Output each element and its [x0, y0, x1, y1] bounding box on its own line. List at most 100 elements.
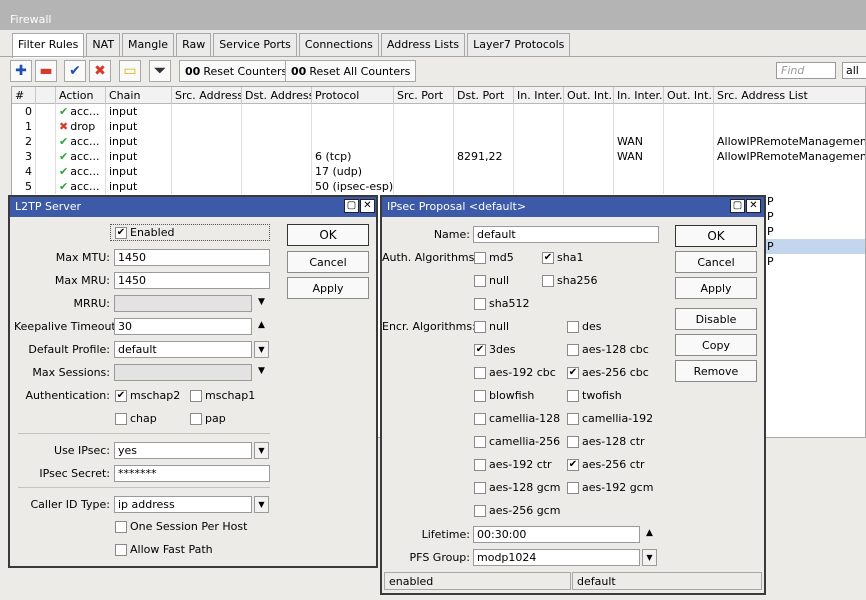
col-dst-address[interactable]: Dst. Address [242, 87, 312, 104]
aes-256-ctr-checkbox[interactable]: ✔ [567, 459, 579, 471]
table-row[interactable]: 0 ✔ acc... input [12, 104, 865, 119]
tab-mangle[interactable]: Mangle [122, 33, 175, 57]
mrru-input[interactable] [114, 295, 252, 312]
table-row[interactable]: P [764, 254, 865, 269]
keepalive-input[interactable]: 30 [114, 318, 252, 335]
max-sessions-expand-icon[interactable]: ▼ [258, 366, 265, 376]
cancel-button[interactable]: Cancel [287, 251, 369, 273]
blowfish-checkbox[interactable] [474, 390, 486, 402]
keepalive-collapse-icon[interactable]: ▲ [258, 320, 265, 330]
camellia-128-checkbox[interactable] [474, 413, 486, 425]
cancel-button[interactable]: Cancel [675, 251, 757, 273]
col-out-interface-list[interactable]: Out. Int... [664, 87, 714, 104]
sha512-checkbox[interactable] [474, 298, 486, 310]
aes-256-gcm-checkbox[interactable] [474, 505, 486, 517]
twofish-checkbox[interactable] [567, 390, 579, 402]
filter-select[interactable]: all [842, 62, 866, 79]
reset-all-counters-button[interactable]: 00 Reset All Counters [285, 60, 417, 82]
remove-icon[interactable]: ▬ [35, 60, 57, 82]
lifetime-collapse-icon[interactable]: ▲ [646, 528, 653, 538]
table-row[interactable]: P [764, 209, 865, 224]
table-row[interactable]: P [764, 224, 865, 239]
table-row-selected[interactable]: P [764, 239, 865, 254]
tab-nat[interactable]: NAT [86, 33, 121, 57]
col-in-interface-list[interactable]: In. Inter... [614, 87, 664, 104]
maximize-icon[interactable]: ▢ [730, 199, 745, 213]
col-chain[interactable]: Chain [106, 87, 172, 104]
allow-fast-path-checkbox[interactable] [115, 544, 127, 556]
close-icon[interactable]: ✕ [360, 199, 375, 213]
enable-icon[interactable]: ✔ [64, 60, 86, 82]
maximize-icon[interactable]: ▢ [344, 199, 359, 213]
close-icon[interactable]: ✕ [746, 199, 761, 213]
caller-id-type-select[interactable]: ip address [114, 496, 252, 513]
table-row[interactable]: 1 ✖ drop input [12, 119, 865, 134]
tab-raw[interactable]: Raw [176, 33, 212, 57]
null-auth-checkbox[interactable] [474, 275, 486, 287]
sha256-checkbox[interactable] [542, 275, 554, 287]
col-num[interactable]: # [12, 87, 36, 104]
table-row[interactable]: 4 ✔ acc... input 17 (udp) [12, 164, 865, 179]
tab-layer7-protocols[interactable]: Layer7 Protocols [467, 33, 571, 57]
null-encr-checkbox[interactable] [474, 321, 486, 333]
aes-128-ctr-checkbox[interactable] [567, 436, 579, 448]
remove-button[interactable]: Remove [675, 360, 757, 382]
filter-icon[interactable]: ⏷ [149, 60, 171, 82]
table-row[interactable]: 5 ✔ acc... input 50 (ipsec-esp) [12, 179, 865, 194]
table-row[interactable]: 2 ✔ acc... input WAN AllowIPRemoteManagem… [12, 134, 865, 149]
aes-192-gcm-checkbox[interactable] [567, 482, 579, 494]
ipsec-secret-input[interactable]: ******* [114, 465, 270, 482]
add-icon[interactable]: ✚ [10, 60, 32, 82]
chevron-down-icon[interactable]: ▼ [642, 549, 657, 566]
tab-connections[interactable]: Connections [298, 33, 379, 57]
col-flag[interactable] [36, 87, 56, 104]
aes-128-cbc-checkbox[interactable] [567, 344, 579, 356]
find-input[interactable]: Find [776, 62, 836, 79]
table-row[interactable]: 3 ✔ acc... input 6 (tcp) 8291,22 WAN Allo… [12, 149, 865, 164]
col-src-address[interactable]: Src. Address [172, 87, 242, 104]
enabled-checkbox[interactable]: ✔ [115, 227, 127, 239]
aes-192-ctr-checkbox[interactable] [474, 459, 486, 471]
default-profile-select[interactable]: default [114, 341, 252, 358]
reset-counters-button[interactable]: 00 Reset Counters [179, 60, 294, 82]
disable-icon[interactable]: ✖ [89, 60, 111, 82]
pap-checkbox[interactable] [190, 413, 202, 425]
md5-checkbox[interactable] [474, 252, 486, 264]
comment-icon[interactable]: ▭ [119, 60, 141, 82]
col-protocol[interactable]: Protocol [312, 87, 394, 104]
one-session-checkbox[interactable] [115, 521, 127, 533]
col-action[interactable]: Action [56, 87, 106, 104]
aes-128-gcm-checkbox[interactable] [474, 482, 486, 494]
name-input[interactable]: default [473, 226, 659, 243]
col-in-interface[interactable]: In. Inter... [514, 87, 564, 104]
chap-checkbox[interactable] [115, 413, 127, 425]
tab-filter-rules[interactable]: Filter Rules [12, 33, 85, 58]
mschap1-checkbox[interactable] [190, 390, 202, 402]
apply-button[interactable]: Apply [675, 277, 757, 299]
ok-button[interactable]: OK [287, 224, 369, 246]
col-src-port[interactable]: Src. Port [394, 87, 454, 104]
chevron-down-icon[interactable]: ▼ [254, 442, 269, 459]
copy-button[interactable]: Copy [675, 334, 757, 356]
use-ipsec-select[interactable]: yes [114, 442, 252, 459]
col-dst-port[interactable]: Dst. Port [454, 87, 514, 104]
max-mru-input[interactable]: 1450 [114, 272, 270, 289]
sha1-checkbox[interactable]: ✔ [542, 252, 554, 264]
mschap2-checkbox[interactable]: ✔ [115, 390, 127, 402]
camellia-192-checkbox[interactable] [567, 413, 579, 425]
aes-192-cbc-checkbox[interactable] [474, 367, 486, 379]
table-row[interactable]: P [764, 194, 865, 209]
ok-button[interactable]: OK [675, 225, 757, 247]
max-mtu-input[interactable]: 1450 [114, 249, 270, 266]
apply-button[interactable]: Apply [287, 277, 369, 299]
col-src-address-list[interactable]: Src. Address List [714, 87, 865, 104]
tab-service-ports[interactable]: Service Ports [213, 33, 297, 57]
col-out-interface[interactable]: Out. Int... [564, 87, 614, 104]
disable-button[interactable]: Disable [675, 308, 757, 330]
des-checkbox[interactable] [567, 321, 579, 333]
chevron-down-icon[interactable]: ▼ [254, 341, 269, 358]
chevron-down-icon[interactable]: ▼ [254, 496, 269, 513]
pfs-group-select[interactable]: modp1024 [473, 549, 640, 566]
tab-address-lists[interactable]: Address Lists [380, 33, 466, 57]
camellia-256-checkbox[interactable] [474, 436, 486, 448]
